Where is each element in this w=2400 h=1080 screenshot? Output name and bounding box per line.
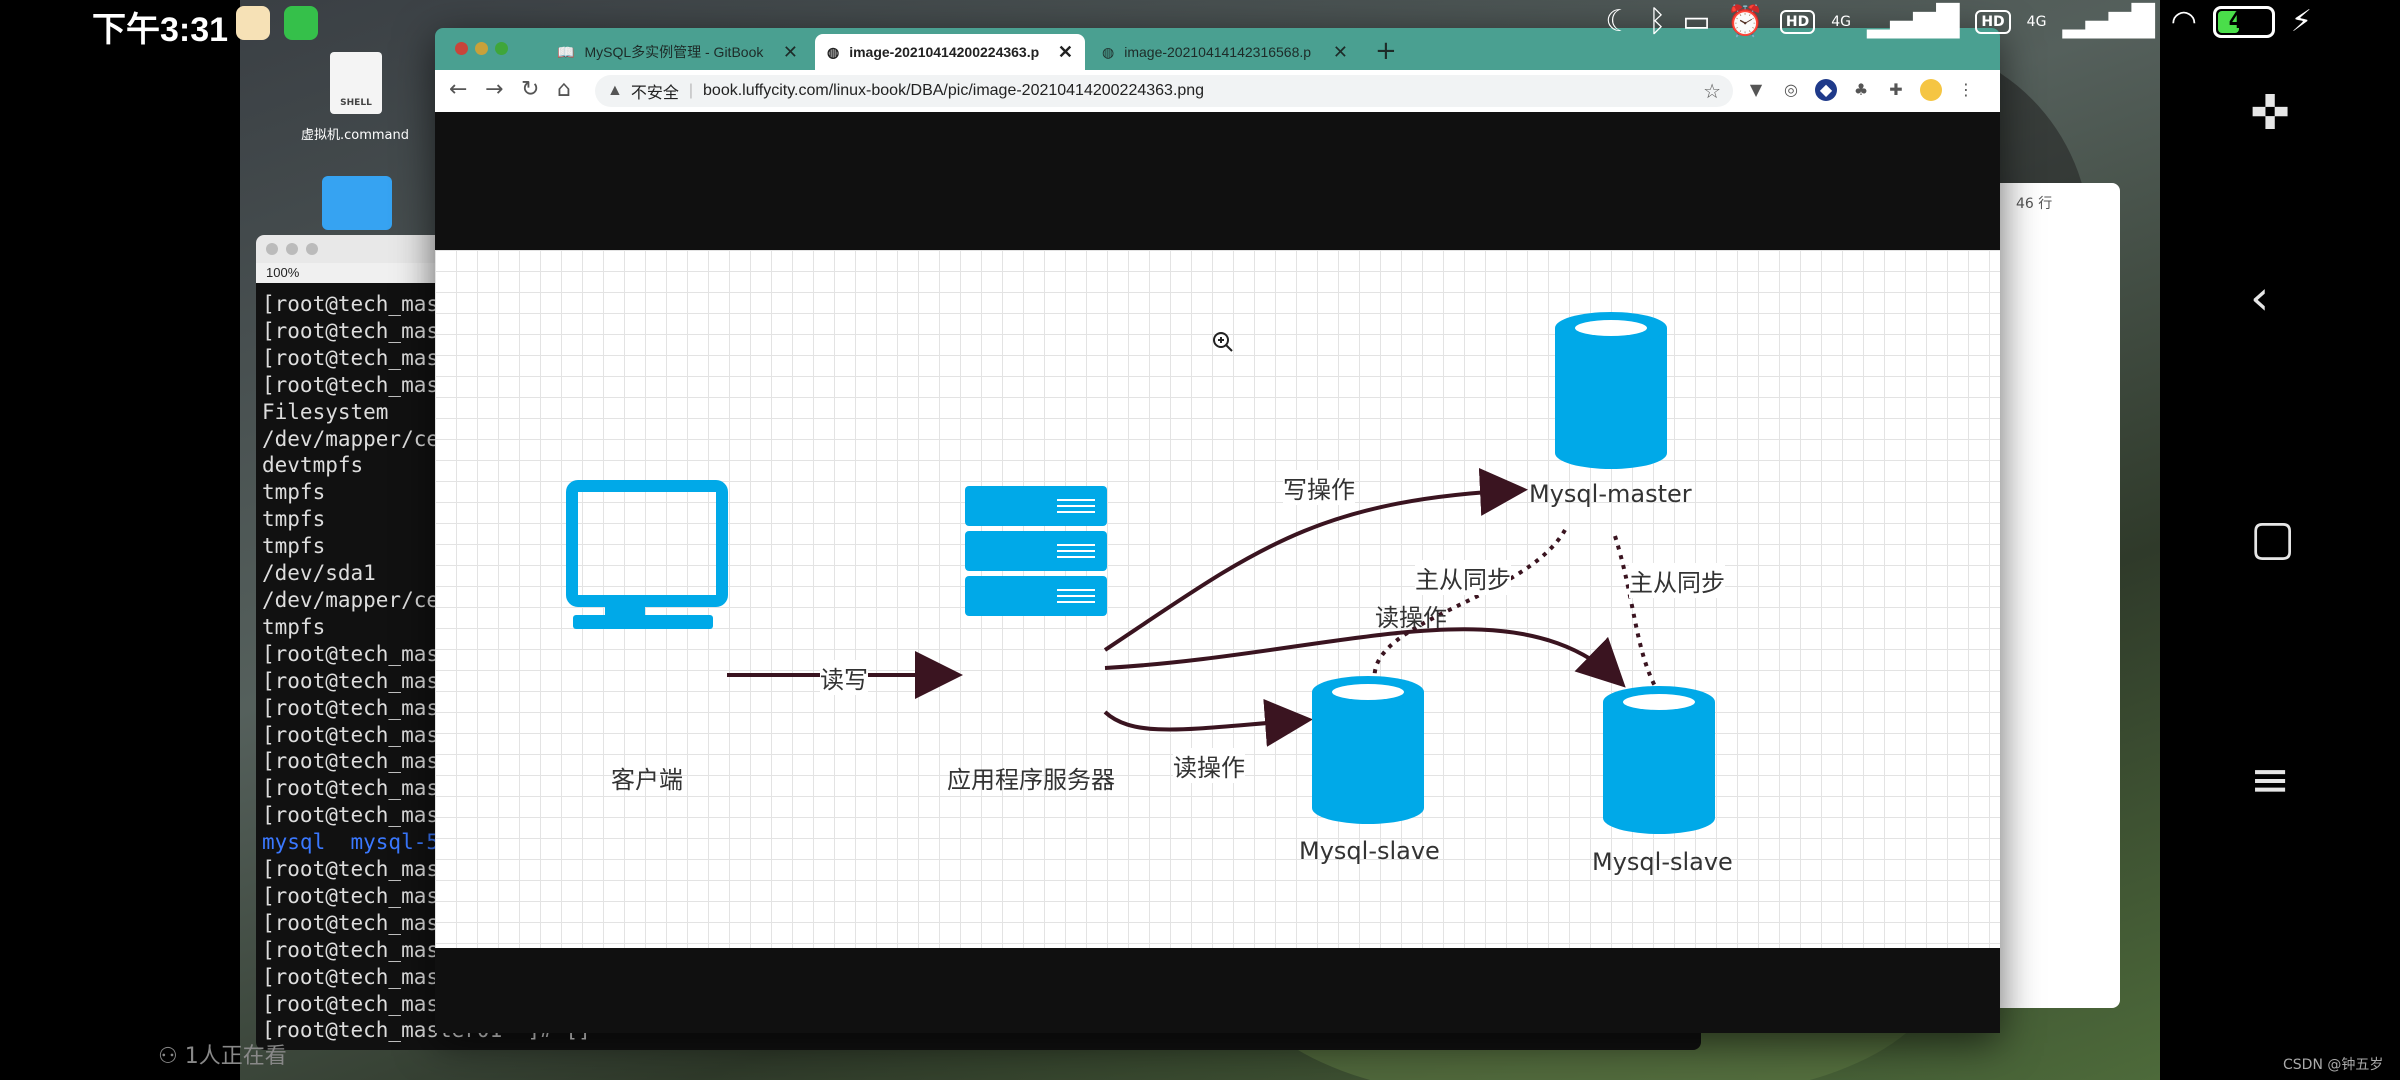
home-square-icon[interactable]: ▢	[2250, 510, 2295, 566]
master-label: Mysql-master	[1529, 480, 1692, 508]
terminal-minimize-button[interactable]	[286, 243, 298, 255]
side-panel: 46 行	[1990, 183, 2120, 1008]
edge-label-sync-2: 主从同步	[1629, 563, 1725, 598]
slave1-database-icon	[1312, 676, 1424, 824]
security-label: 不安全	[630, 85, 679, 102]
url-field[interactable]: ▲ 不安全 | book.luffycity.com/linux-book/DB…	[595, 75, 1733, 107]
edge-sync-master-slave2	[1613, 535, 1659, 691]
status-indicators: ☾ ᛒ ▭ ⏰ HD 4G ▂▄▆█ HD 4G ▂▄▆█ ◠ 40 ⚡	[1605, 4, 2312, 39]
puzzle-icon[interactable]: ✚	[1885, 79, 1907, 101]
dir-mysql: mysql	[262, 830, 326, 855]
globe-icon: ◍	[827, 43, 840, 60]
diagram-canvas	[566, 312, 1715, 834]
people-icon: ⚇	[158, 1044, 185, 1069]
viewer-count: ⚇ 1人正在看	[158, 1038, 287, 1070]
hd-badge-1: HD	[1779, 9, 1816, 34]
edge-label-read-op-2: 读操作	[1173, 748, 1245, 783]
terminal-zoom-button[interactable]	[306, 243, 318, 255]
signal-icon-1: ▂▄▆█	[1867, 4, 1960, 39]
client-monitor-icon	[566, 480, 728, 629]
terminal-close-button[interactable]	[266, 243, 278, 255]
battery-indicator: 40	[2212, 5, 2275, 38]
edge-label-write-op: 写操作	[1283, 470, 1355, 505]
back-nav-icon[interactable]: ‹	[2250, 270, 2269, 326]
viewer-count-text: 1人正在看	[184, 1044, 287, 1069]
tab-label: image-20210414200224363.p	[849, 44, 1040, 60]
master-database-icon	[1555, 312, 1667, 469]
forward-icon[interactable]: →	[485, 77, 503, 102]
network-label-1: 4G	[1831, 13, 1852, 30]
status-time: 下午3:31	[92, 11, 229, 49]
reload-icon[interactable]: ↻	[521, 77, 539, 102]
wifi-icon: ◠	[2170, 4, 2197, 39]
vibrate-icon: ▭	[1682, 4, 1711, 39]
image-viewer: 客户端 应用程序服务器 Mysql-master Mysql-slave Mys…	[435, 112, 2000, 1033]
android-notification-icon	[284, 6, 318, 40]
edge-app-slave2	[1104, 627, 1626, 688]
signal-icon-2: ▂▄▆█	[2062, 4, 2155, 39]
warning-icon: ▲	[607, 82, 623, 99]
edge-label-sync-1: 主从同步	[1415, 560, 1511, 595]
home-icon[interactable]: ⌂	[557, 77, 571, 102]
extension-leaf-icon[interactable]: ♣	[1850, 79, 1872, 101]
slave1-label: Mysql-slave	[1299, 837, 1440, 865]
bookmark-star-icon[interactable]: ☆	[1703, 79, 1721, 104]
phone-status-bar: 下午3:31 ☾ ᛒ ▭ ⏰ HD 4G ▂▄▆█ HD 4G ▂▄▆█ ◠ 4…	[0, 0, 2400, 49]
charging-icon: ⚡	[2290, 4, 2312, 39]
slave2-database-icon	[1603, 686, 1715, 834]
watermark: CSDN @钟五岁	[2283, 1057, 2384, 1073]
app-notification-icon	[236, 6, 270, 40]
zoom-in-cursor-icon	[1213, 332, 1233, 352]
tab-label: image-20210414142316568.p	[1124, 44, 1312, 60]
address-bar: ← → ↻ ⌂ ▲ 不安全 | book.luffycity.com/linux…	[435, 70, 2000, 112]
edge-app-slave1	[1103, 698, 1313, 747]
recents-menu-icon[interactable]: ≡	[2250, 752, 2290, 808]
line-count: 46 行	[2016, 196, 2053, 212]
client-label: 客户端	[611, 766, 683, 794]
folder-icon[interactable]	[322, 176, 392, 230]
extension-circle-icon[interactable]: ◎	[1780, 79, 1802, 101]
menu-kebab-icon[interactable]: ⋮	[1955, 79, 1977, 101]
edge-label-read-write: 读写	[820, 660, 868, 695]
phone-nav-bar: ✜ ‹ ▢ ≡	[2160, 0, 2400, 1080]
url-separator: |	[688, 82, 694, 99]
avatar[interactable]	[1920, 79, 1942, 101]
battery-level: 40	[2228, 9, 2260, 34]
hd-badge-2: HD	[1975, 9, 2011, 34]
alarm-icon: ⏰	[1726, 4, 1764, 39]
bluetooth-icon: ᛒ	[1648, 4, 1667, 39]
moon-icon: ☾	[1605, 4, 1633, 39]
url-text: book.luffycity.com/linux-book/DBA/pic/im…	[703, 82, 1205, 99]
dir-mysql-5: mysql-5	[325, 830, 440, 855]
shell-file-label: 虚拟机.command	[300, 128, 410, 143]
extension-v-icon[interactable]: ▼	[1745, 79, 1767, 101]
slave2-label: Mysql-slave	[1592, 848, 1733, 876]
browser-window: 📖 MySQL多实例管理 - GitBook ✕ ◍ image-2021041…	[435, 28, 2000, 1033]
accessibility-icon[interactable]: ✜	[2250, 85, 2290, 141]
app-server-label: 应用程序服务器	[947, 766, 1115, 794]
globe-icon: ◍	[1102, 43, 1115, 60]
network-label-2: 4G	[2026, 13, 2047, 30]
extension-compass-icon[interactable]: ◆	[1815, 79, 1837, 101]
book-icon: 📖	[557, 43, 575, 60]
shell-file-icon[interactable]: SHELL	[330, 52, 382, 114]
edge-label-read-op-1: 读操作	[1375, 604, 1447, 632]
app-server-icon	[965, 486, 1107, 616]
back-icon[interactable]: ←	[449, 77, 467, 102]
architecture-diagram[interactable]: 客户端 应用程序服务器 Mysql-master Mysql-slave Mys…	[435, 250, 2000, 948]
